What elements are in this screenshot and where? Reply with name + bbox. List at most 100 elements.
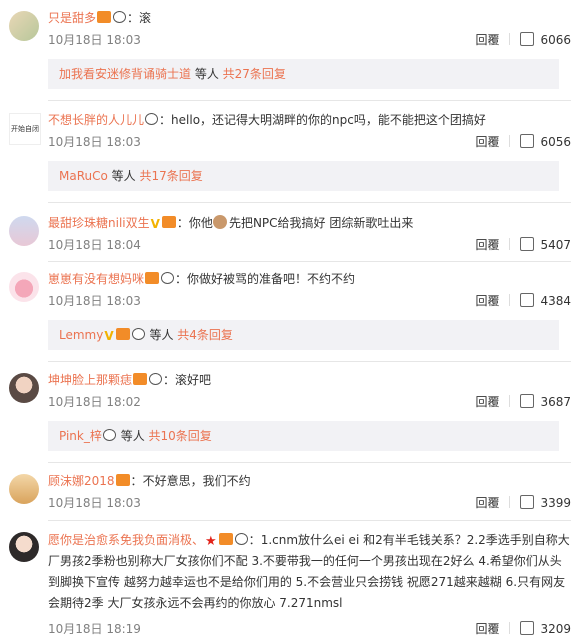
reply-button[interactable]: 回覆 — [475, 236, 499, 254]
vip-badge-icon — [115, 474, 130, 486]
comment-item: 开始自闭 不想长胖的人儿儿 ：hello，还记得大明湖畔的你的npc吗，能不能把这… — [0, 101, 583, 202]
sub-reply-users[interactable]: MaRuCo — [59, 169, 108, 183]
panda-emoji-icon — [149, 373, 163, 385]
comment-text: 不好意思，我们不约 — [142, 474, 251, 488]
like-icon[interactable] — [520, 394, 535, 408]
panda-emoji-icon — [113, 11, 127, 23]
panda-emoji-icon — [234, 533, 248, 545]
comment-body: 最甜珍珠糖nili双生V ：你他 先把NPC给我搞好 团综新歌吐出来 — [48, 215, 414, 231]
like-icon[interactable] — [520, 134, 535, 148]
username[interactable]: 顾沫娜2018 — [48, 474, 115, 488]
username[interactable]: 愿你是治愈系免我负面消极、 — [48, 533, 204, 547]
divider — [509, 294, 511, 306]
panda-emoji-icon — [161, 272, 175, 284]
comment-date: 10月18日 18:03 — [48, 33, 141, 47]
comment-item: 愿你是治愈系免我负面消极、★ ：1.cnm放什么ei ei 和2有半毛钱关系？2.… — [0, 521, 583, 638]
username[interactable]: 坤坤脸上那颗痣 — [48, 373, 132, 387]
comment-actions: 回覆 4384 — [475, 292, 571, 310]
divider — [509, 135, 511, 147]
comment-text: 滚好吧 — [175, 373, 212, 387]
reply-button[interactable]: 回覆 — [475, 494, 499, 512]
comment-body: 崽崽有没有想妈咪 ：你做好被骂的准备吧！不约不约 — [48, 272, 356, 286]
avatar[interactable] — [9, 216, 39, 246]
comment-meta: 10月18日 18:03 回覆 4384 — [48, 292, 571, 310]
comment-body: 愿你是治愈系免我负面消极、★ ：1.cnm放什么ei ei 和2有半毛钱关系？2.… — [48, 533, 570, 610]
comment-body: 不想长胖的人儿儿 ：hello，还记得大明湖畔的你的npc吗，能不能把这个团搞好 — [48, 113, 486, 127]
like-count: 6056 — [540, 135, 571, 149]
sub-reply-users[interactable]: 加我看安迷修背诵骑士道 — [59, 67, 191, 81]
comment-text: hello，还记得大明湖畔的你的npc吗，能不能把这个团搞好 — [171, 113, 486, 127]
comment-meta: 10月18日 18:02 回覆 3687 — [48, 393, 571, 411]
avatar[interactable] — [9, 272, 39, 302]
sub-reply-count-link[interactable]: 共4条回复 — [177, 328, 233, 342]
sub-reply-users[interactable]: Lemmy — [59, 328, 103, 342]
reply-button[interactable]: 回覆 — [475, 31, 499, 49]
avatar[interactable] — [9, 532, 39, 562]
comment-meta: 10月18日 18:03 回覆 3399 — [48, 494, 571, 512]
like-count: 4384 — [540, 294, 571, 308]
panda-emoji-icon — [145, 113, 159, 125]
comment-item: 最甜珍珠糖nili双生V ：你他 先把NPC给我搞好 团综新歌吐出来 10月18日 … — [0, 203, 583, 261]
divider — [509, 496, 511, 508]
comment-date: 10月18日 18:02 — [48, 395, 141, 409]
comment-date: 10月18日 18:04 — [48, 238, 141, 252]
sub-replies: LemmyV 等人 共4条回复 — [48, 320, 559, 350]
comment-actions: 回覆 6066 — [475, 31, 571, 49]
like-icon[interactable] — [520, 32, 535, 46]
username[interactable]: 最甜珍珠糖nili双生 — [48, 216, 150, 230]
comment-body: 只是甜多 ：滚 — [48, 11, 152, 25]
reply-button[interactable]: 回覆 — [475, 292, 499, 310]
like-icon[interactable] — [520, 293, 535, 307]
avatar[interactable] — [9, 373, 39, 403]
reply-button[interactable]: 回覆 — [475, 620, 499, 638]
sub-reply-count-link[interactable]: 共10条回复 — [149, 429, 212, 443]
username[interactable]: 崽崽有没有想妈咪 — [48, 272, 144, 286]
divider — [509, 238, 511, 250]
comment-actions: 回覆 3399 — [475, 494, 571, 512]
reply-button[interactable]: 回覆 — [475, 393, 499, 411]
like-icon[interactable] — [520, 621, 535, 635]
comment-date: 10月18日 18:03 — [48, 496, 141, 510]
comment-text: 你他 — [188, 216, 213, 230]
comment-meta: 10月18日 18:19 回覆 3209 — [48, 620, 571, 638]
like-count: 3209 — [540, 622, 571, 636]
panda-emoji-icon — [131, 328, 145, 340]
comment-body: 顾沫娜2018 ：不好意思，我们不约 — [48, 474, 251, 488]
vip-badge-icon — [97, 11, 112, 23]
username[interactable]: 只是甜多 — [48, 11, 96, 25]
verified-v-icon: V — [104, 329, 114, 343]
panda-emoji-icon — [102, 429, 116, 441]
comment-meta: 10月18日 18:03 回覆 6056 — [48, 133, 571, 151]
like-count: 3399 — [540, 496, 571, 510]
comment-text: 滚 — [139, 11, 152, 25]
comment-actions: 回覆 5407 — [475, 236, 571, 254]
like-count: 5407 — [540, 238, 571, 252]
like-icon[interactable] — [520, 495, 535, 509]
comment-body: 坤坤脸上那颗痣 ：滚好吧 — [48, 373, 212, 387]
comment-actions: 回覆 3209 — [475, 620, 571, 638]
comment-list: 只是甜多 ：滚 10月18日 18:03 回覆 6066 加我看安迷修背诵骑士道 等… — [0, 0, 583, 638]
vip-badge-icon — [115, 328, 130, 340]
like-icon[interactable] — [520, 237, 535, 251]
verified-v-icon: V — [150, 217, 160, 231]
comment-meta: 10月18日 18:03 回覆 6066 — [48, 31, 571, 49]
sub-replies: MaRuCo 等人 共17条回复 — [48, 161, 559, 191]
sub-reply-count-link[interactable]: 共17条回复 — [139, 169, 202, 183]
avatar[interactable] — [9, 11, 39, 41]
comment-item: 坤坤脸上那颗痣 ：滚好吧 10月18日 18:02 回覆 3687 Pink_梓 等… — [0, 362, 583, 462]
divider — [509, 395, 511, 407]
comment-date: 10月18日 18:03 — [48, 135, 141, 149]
comment-actions: 回覆 6056 — [475, 133, 571, 151]
vip-badge-icon — [145, 272, 160, 284]
star-badge-icon: ★ — [205, 534, 217, 549]
comment-date: 10月18日 18:19 — [48, 622, 141, 636]
sub-reply-count-link[interactable]: 共27条回复 — [223, 67, 286, 81]
sub-reply-users[interactable]: Pink_梓 — [59, 429, 102, 443]
comment-item: 顾沫娜2018 ：不好意思，我们不约 10月18日 18:03 回覆 3399 — [0, 463, 583, 520]
username[interactable]: 不想长胖的人儿儿 — [48, 113, 144, 127]
vip-badge-icon — [161, 216, 176, 228]
avatar[interactable] — [9, 474, 39, 504]
comment-actions: 回覆 3687 — [475, 393, 571, 411]
reply-button[interactable]: 回覆 — [475, 133, 499, 151]
avatar[interactable]: 开始自闭 — [9, 113, 41, 145]
